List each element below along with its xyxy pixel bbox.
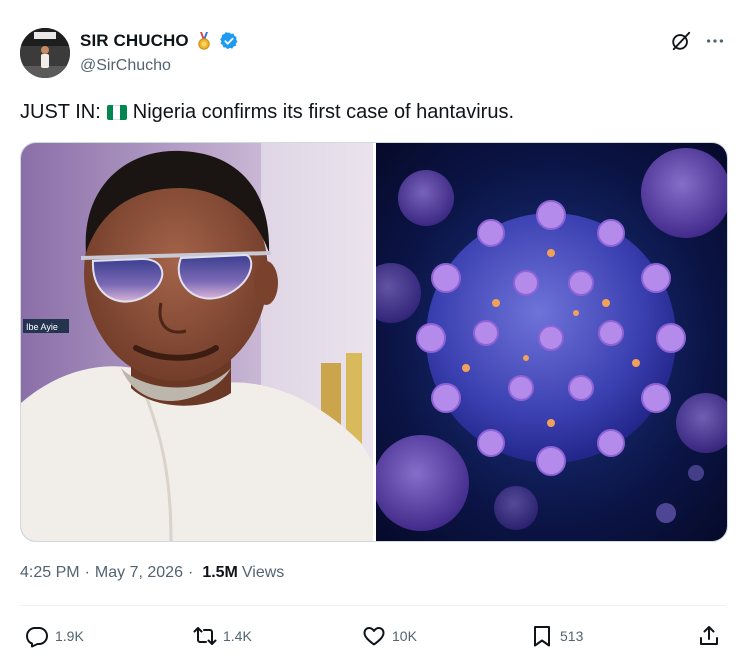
meta-separator: · bbox=[187, 564, 194, 581]
bookmark-icon bbox=[534, 626, 550, 647]
tweet-text-body: Nigeria confirms its first case of hanta… bbox=[132, 101, 515, 123]
reply-count: 1.9K bbox=[55, 628, 84, 644]
tweet-text: JUST IN: Nigeria confirms its first case… bbox=[20, 99, 514, 125]
repost-button[interactable]: 1.4K bbox=[193, 624, 252, 648]
like-icon bbox=[363, 627, 385, 646]
avatar[interactable] bbox=[20, 28, 70, 78]
reply-button[interactable]: 1.9K bbox=[25, 624, 84, 648]
medal-icon bbox=[194, 31, 214, 51]
repost-icon bbox=[193, 627, 217, 645]
handle[interactable]: @SirChucho bbox=[80, 57, 171, 75]
tweet-date[interactable]: May 7, 2026 bbox=[95, 564, 183, 582]
views-label: Views bbox=[241, 564, 285, 581]
repost-count: 1.4K bbox=[223, 628, 252, 644]
tweet: SIR CHUCHO @SirChucho JUST IN: Nigeria c… bbox=[0, 0, 746, 661]
share-icon bbox=[700, 626, 718, 645]
grok-icon[interactable] bbox=[670, 30, 692, 52]
tweet-meta: 4:25 PM · May 7, 2026 · 1.5M Views bbox=[20, 564, 284, 582]
bookmark-count: 513 bbox=[560, 628, 584, 644]
bookmark-button[interactable]: 513 bbox=[530, 624, 583, 648]
more-icon[interactable] bbox=[704, 30, 726, 52]
media-virus-illustration[interactable] bbox=[376, 143, 727, 541]
tweet-media[interactable]: Ibe Ayie bbox=[20, 142, 728, 542]
author-name-row[interactable]: SIR CHUCHO bbox=[80, 31, 239, 51]
tweet-time[interactable]: 4:25 PM bbox=[20, 564, 80, 582]
divider bbox=[20, 605, 726, 606]
media-watermark: Ibe Ayie bbox=[26, 322, 58, 332]
nigeria-flag-icon bbox=[106, 104, 127, 120]
meta-separator: · bbox=[84, 564, 90, 581]
media-photo-man[interactable]: Ibe Ayie bbox=[21, 143, 373, 541]
reply-icon bbox=[26, 627, 48, 648]
verified-icon[interactable] bbox=[219, 31, 239, 51]
share-button[interactable] bbox=[697, 624, 721, 648]
tweet-text-prefix: JUST IN: bbox=[20, 101, 101, 123]
views-count: 1.5M bbox=[202, 564, 238, 581]
like-count: 10K bbox=[392, 628, 417, 644]
like-button[interactable]: 10K bbox=[362, 624, 417, 648]
display-name[interactable]: SIR CHUCHO bbox=[80, 31, 189, 51]
